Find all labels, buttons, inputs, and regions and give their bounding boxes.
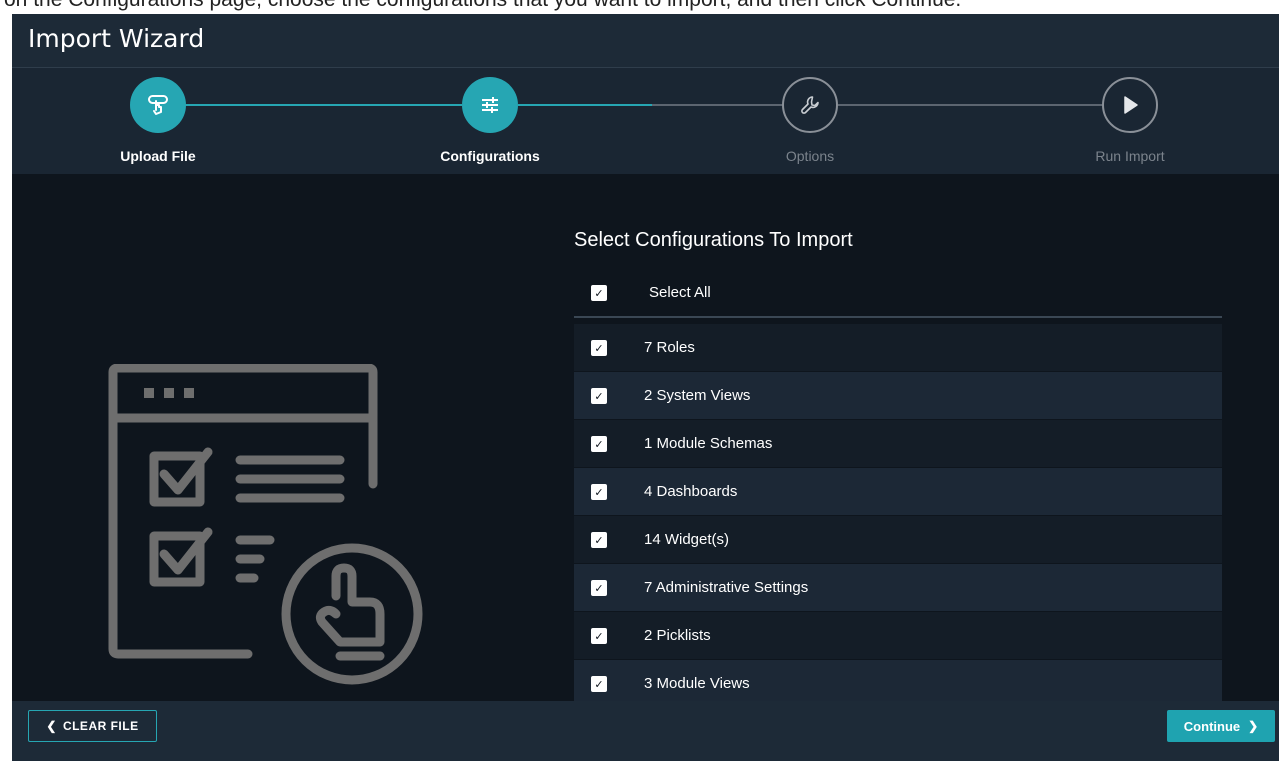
config-row[interactable]: ✓ 14 Widget(s): [574, 516, 1222, 564]
step-label-run-import: Run Import: [1095, 148, 1165, 164]
config-row[interactable]: ✓ 1 Module Schemas: [574, 420, 1222, 468]
config-checkbox[interactable]: ✓: [591, 532, 607, 548]
checklist-illustration: [108, 364, 423, 685]
step-connector-2: [518, 104, 652, 106]
config-row[interactable]: ✓ 7 Roles: [574, 324, 1222, 372]
step-upload-file[interactable]: [130, 77, 186, 133]
sliders-icon: [482, 97, 498, 113]
check-icon: ✓: [594, 389, 604, 403]
wizard-footer: ❮ CLEAR FILE Continue ❯: [12, 701, 1279, 761]
step-label-options: Options: [785, 148, 835, 164]
instruction-text-strip: on the Configurations page, choose the c…: [0, 0, 1279, 14]
config-label: 14 Widget(s): [644, 531, 730, 548]
config-row[interactable]: ✓ 4 Dashboards: [574, 468, 1222, 516]
clear-file-label: CLEAR FILE: [62, 719, 139, 733]
check-icon: ✓: [594, 286, 604, 300]
wizard-header: Import Wizard: [12, 14, 1279, 68]
play-icon: [1124, 96, 1138, 114]
check-icon: ✓: [594, 485, 604, 499]
check-icon: ✓: [594, 533, 604, 547]
config-checkbox[interactable]: ✓: [591, 436, 607, 452]
config-label: 1 Module Schemas: [644, 435, 773, 452]
wizard-title: Import Wizard: [28, 24, 205, 53]
chevron-left-icon: ❮: [46, 719, 57, 733]
config-label: 2 System Views: [644, 387, 751, 404]
configuration-list: ✓ 7 Roles ✓ 2 System Views ✓ 1 Module Sc…: [574, 324, 1222, 701]
continue-label: Continue: [1183, 718, 1241, 734]
config-label: 3 Module Views: [644, 675, 750, 692]
config-row[interactable]: ✓ 3 Module Views: [574, 660, 1222, 701]
step-options[interactable]: [782, 77, 838, 133]
wrench-icon: [801, 96, 819, 114]
check-icon: ✓: [594, 629, 604, 643]
config-row[interactable]: ✓ 7 Administrative Settings: [574, 564, 1222, 612]
config-checkbox[interactable]: ✓: [591, 676, 607, 692]
check-icon: ✓: [594, 437, 604, 451]
upload-hand-icon: [148, 95, 168, 115]
config-row[interactable]: ✓ 2 Picklists: [574, 612, 1222, 660]
check-icon: ✓: [594, 581, 604, 595]
import-wizard: Import Wizard Upload File Configurations…: [12, 14, 1279, 761]
select-all-row[interactable]: ✓ Select All: [574, 272, 1222, 318]
config-label: 4 Dashboards: [644, 483, 738, 500]
config-checkbox[interactable]: ✓: [591, 628, 607, 644]
continue-button[interactable]: Continue ❯: [1167, 710, 1275, 742]
select-all-checkbox[interactable]: ✓: [591, 285, 607, 301]
step-connector-3: [838, 104, 1102, 106]
instruction-text: on the Configurations page, choose the c…: [4, 0, 961, 12]
check-icon: ✓: [594, 341, 604, 355]
wizard-stepper: Upload File Configurations Options Run I…: [12, 68, 1279, 174]
step-run-import[interactable]: [1102, 77, 1158, 133]
config-checkbox[interactable]: ✓: [591, 340, 607, 356]
config-label: 7 Roles: [644, 339, 695, 356]
section-title: Select Configurations To Import: [574, 229, 853, 251]
config-checkbox[interactable]: ✓: [591, 580, 607, 596]
config-checkbox[interactable]: ✓: [591, 484, 607, 500]
select-all-label: Select All: [649, 284, 711, 301]
step-connector-2-pending: [652, 104, 782, 106]
step-label-configurations: Configurations: [440, 148, 540, 164]
check-icon: ✓: [594, 677, 604, 691]
clear-file-button[interactable]: ❮ CLEAR FILE: [28, 710, 157, 742]
config-label: 7 Administrative Settings: [644, 579, 809, 596]
config-row[interactable]: ✓ 2 System Views: [574, 372, 1222, 420]
config-label: 2 Picklists: [644, 627, 711, 644]
wizard-body: Select Configurations To Import ✓ Select…: [12, 174, 1279, 701]
step-configurations[interactable]: [462, 77, 518, 133]
chevron-right-icon: ❯: [1248, 719, 1259, 733]
step-connector-1: [180, 104, 462, 106]
step-label-upload-file: Upload File: [120, 148, 196, 164]
config-checkbox[interactable]: ✓: [591, 388, 607, 404]
